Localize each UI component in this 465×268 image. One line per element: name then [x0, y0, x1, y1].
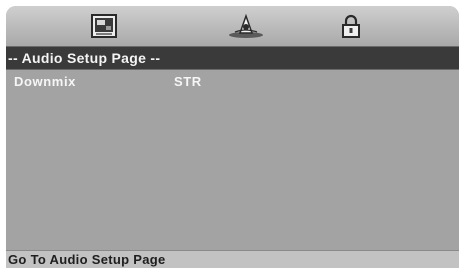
setting-label: Downmix: [14, 74, 76, 89]
status-bar: Go To Audio Setup Page: [6, 250, 459, 268]
osd-screen: -- Audio Setup Page -- Downmix STR Go To…: [0, 0, 465, 268]
status-text: Go To Audio Setup Page: [8, 252, 166, 267]
page-title-bar: -- Audio Setup Page --: [6, 46, 459, 70]
setting-value: STR: [174, 74, 202, 89]
setup-tabs-bar: [6, 6, 459, 46]
setting-row-downmix[interactable]: Downmix STR: [6, 70, 459, 92]
page-title: -- Audio Setup Page --: [8, 50, 161, 66]
settings-list: Downmix STR: [6, 70, 459, 92]
lock-icon[interactable]: [338, 14, 364, 38]
general-setup-icon[interactable]: [91, 14, 117, 38]
audio-setup-icon[interactable]: [226, 13, 266, 38]
setup-menu-panel: -- Audio Setup Page -- Downmix STR: [6, 6, 459, 250]
